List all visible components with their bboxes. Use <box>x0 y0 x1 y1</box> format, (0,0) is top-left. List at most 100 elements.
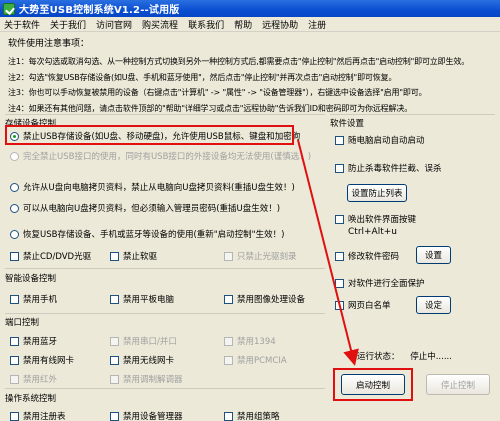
checkbox <box>224 251 233 261</box>
menu-bar: 关于软件 关于我们 访问官网 购买流程 联系我们 帮助 远程协助 注册 <box>0 17 500 32</box>
checkbox-label: 禁止软驱 <box>123 252 158 262</box>
checkbox-block-serial: 禁用串口/并口 <box>110 335 177 347</box>
status-value: 停止中...... <box>410 352 452 362</box>
checkbox-label: 只禁止光驱刻录 <box>237 252 297 262</box>
divider <box>5 114 325 115</box>
start-control-button[interactable]: 启动控制 <box>341 374 405 395</box>
checkbox-block-group-policy[interactable]: 禁用组策略 <box>224 410 280 421</box>
checkbox-label: 对软件进行全面保护 <box>348 279 425 289</box>
divider <box>5 313 325 314</box>
checkbox-change-password[interactable]: 修改软件密码 <box>335 250 399 262</box>
set-protect-list-button[interactable]: 设置防止列表 <box>347 184 407 202</box>
radio-button <box>10 151 19 161</box>
checkbox-label: 禁用1394 <box>237 337 276 347</box>
menu-register[interactable]: 注册 <box>304 18 330 31</box>
run-status: 运行状态： 停止中...... <box>357 350 460 362</box>
checkbox[interactable] <box>10 294 19 304</box>
checkbox[interactable] <box>10 411 19 421</box>
checkbox-label: 修改软件密码 <box>348 252 400 262</box>
checkbox-block-1394: 禁用1394 <box>224 335 276 347</box>
menu-help[interactable]: 帮助 <box>230 18 256 31</box>
checkbox <box>10 374 19 384</box>
menu-purchase[interactable]: 购买流程 <box>138 18 182 31</box>
checkbox[interactable] <box>335 163 344 173</box>
checkbox-block-tablet[interactable]: 禁用平板电脑 <box>110 293 174 305</box>
checkbox <box>224 355 233 365</box>
hotkey-value: Ctrl+Alt+u <box>348 227 397 237</box>
checkbox[interactable] <box>110 355 119 365</box>
radio-restore-usb[interactable]: 恢复USB存储设备、手机或蓝牙等设备的使用(重新"启动控制"生效！) <box>10 228 284 240</box>
set-whitelist-button[interactable]: 设定 <box>416 296 451 314</box>
checkbox[interactable] <box>224 411 233 421</box>
checkbox-label: 禁用注册表 <box>23 412 66 421</box>
checkbox[interactable] <box>335 135 344 145</box>
checkbox[interactable] <box>224 294 233 304</box>
divider <box>330 114 495 115</box>
os-group-title: 操作系统控制 <box>5 394 57 404</box>
checkbox-block-burn-only: 只禁止光驱刻录 <box>224 250 297 262</box>
checkbox-block-modem: 禁用调制解调器 <box>110 373 183 385</box>
menu-website[interactable]: 访问官网 <box>92 18 136 31</box>
checkbox-label: 禁用红外 <box>23 375 58 385</box>
checkbox-block-imaging[interactable]: 禁用图像处理设备 <box>224 293 305 305</box>
checkbox-block-bluetooth[interactable]: 禁用蓝牙 <box>10 335 57 347</box>
checkbox[interactable] <box>110 294 119 304</box>
usage-notes: 软件使用注意事项： 注1：每次勾选或取消勾选、从一种控制方式切换到另外一种控制方… <box>8 36 496 116</box>
checkbox[interactable] <box>10 355 19 365</box>
checkbox-web-whitelist[interactable]: 网页白名单 <box>335 299 391 311</box>
checkbox-block-wired-nic[interactable]: 禁用有线网卡 <box>10 354 74 366</box>
menu-about-us[interactable]: 关于我们 <box>46 18 90 31</box>
checkbox[interactable] <box>10 336 19 346</box>
checkbox-block-cd-dvd[interactable]: 禁止CD/DVD光驱 <box>10 250 91 262</box>
app-shield-icon <box>3 2 15 15</box>
set-password-button[interactable]: 设置 <box>416 246 451 264</box>
checkbox-anti-kill[interactable]: 防止杀毒软件拦截、误杀 <box>335 162 442 174</box>
radio-block-all-usb: 完全禁止USB接口的使用，同时有USB接口的外接设备均无法使用(谨慎选！) <box>10 150 311 162</box>
checkbox[interactable] <box>10 251 19 261</box>
checkbox-label: 禁用组策略 <box>237 412 280 421</box>
option-label: 可以从电脑向U盘拷贝资料，但必须输入管理员密码(重插U盘生效！) <box>23 204 281 214</box>
checkbox-label: 禁用设备管理器 <box>123 412 183 421</box>
notes-heading: 软件使用注意事项： <box>8 39 90 49</box>
checkbox-label: 禁用蓝牙 <box>23 337 58 347</box>
stop-control-button[interactable]: 停止控制 <box>426 374 490 395</box>
checkbox[interactable] <box>335 300 344 310</box>
checkbox-label: 禁止CD/DVD光驱 <box>23 252 92 262</box>
checkbox-block-phone[interactable]: 禁用手机 <box>10 293 57 305</box>
checkbox[interactable] <box>110 251 119 261</box>
checkbox-label: 禁用图像处理设备 <box>237 295 306 305</box>
note-line: 注3：你也可以手动恢复被禁用的设备（右键点击"计算机" -> "属性" -> "… <box>8 88 427 97</box>
radio-usb-readonly[interactable]: 允许从U盘向电脑拷贝资料，禁止从电脑向U盘拷贝资料(重插U盘生效！) <box>10 181 295 193</box>
checkbox-block-infrared: 禁用红外 <box>10 373 57 385</box>
checkbox-label: 网页白名单 <box>348 301 391 311</box>
checkbox-hotkey[interactable]: 唤出软件界面按键 <box>335 213 416 225</box>
option-label: 允许从U盘向电脑拷贝资料，禁止从电脑向U盘拷贝资料(重插U盘生效！) <box>23 183 295 193</box>
checkbox[interactable] <box>335 278 344 288</box>
divider <box>5 268 325 269</box>
main-panel: 软件使用注意事项： 注1：每次勾选或取消勾选、从一种控制方式切换到另外一种控制方… <box>0 32 500 421</box>
checkbox[interactable] <box>335 251 344 261</box>
checkbox <box>224 336 233 346</box>
checkbox-label: 随电脑启动自动启动 <box>348 136 425 146</box>
smart-group-title: 智能设备控制 <box>5 274 57 284</box>
radio-usb-password[interactable]: 可以从电脑向U盘拷贝资料，但必须输入管理员密码(重插U盘生效！) <box>10 202 280 214</box>
checkbox[interactable] <box>110 411 119 421</box>
checkbox-full-protect[interactable]: 对软件进行全面保护 <box>335 277 425 289</box>
checkbox-block-device-manager[interactable]: 禁用设备管理器 <box>110 410 183 421</box>
checkbox-block-wireless-nic[interactable]: 禁用无线网卡 <box>110 354 174 366</box>
menu-contact[interactable]: 联系我们 <box>184 18 228 31</box>
checkbox-autostart[interactable]: 随电脑启动自动启动 <box>335 134 425 146</box>
checkbox-label: 防止杀毒软件拦截、误杀 <box>348 164 442 174</box>
radio-button[interactable] <box>10 229 19 239</box>
radio-button[interactable] <box>10 182 19 192</box>
option-label: 完全禁止USB接口的使用，同时有USB接口的外接设备均无法使用(谨慎选！) <box>23 152 312 162</box>
menu-about-software[interactable]: 关于软件 <box>0 18 44 31</box>
annotation-red-box <box>5 125 294 145</box>
radio-button[interactable] <box>10 203 19 213</box>
checkbox[interactable] <box>335 214 344 224</box>
checkbox-block-floppy[interactable]: 禁止软驱 <box>110 250 157 262</box>
checkbox-block-pcmcia: 禁用PCMCIA <box>224 354 287 366</box>
checkbox <box>110 336 119 346</box>
checkbox-block-registry[interactable]: 禁用注册表 <box>10 410 66 421</box>
menu-remote-assist[interactable]: 远程协助 <box>258 18 302 31</box>
